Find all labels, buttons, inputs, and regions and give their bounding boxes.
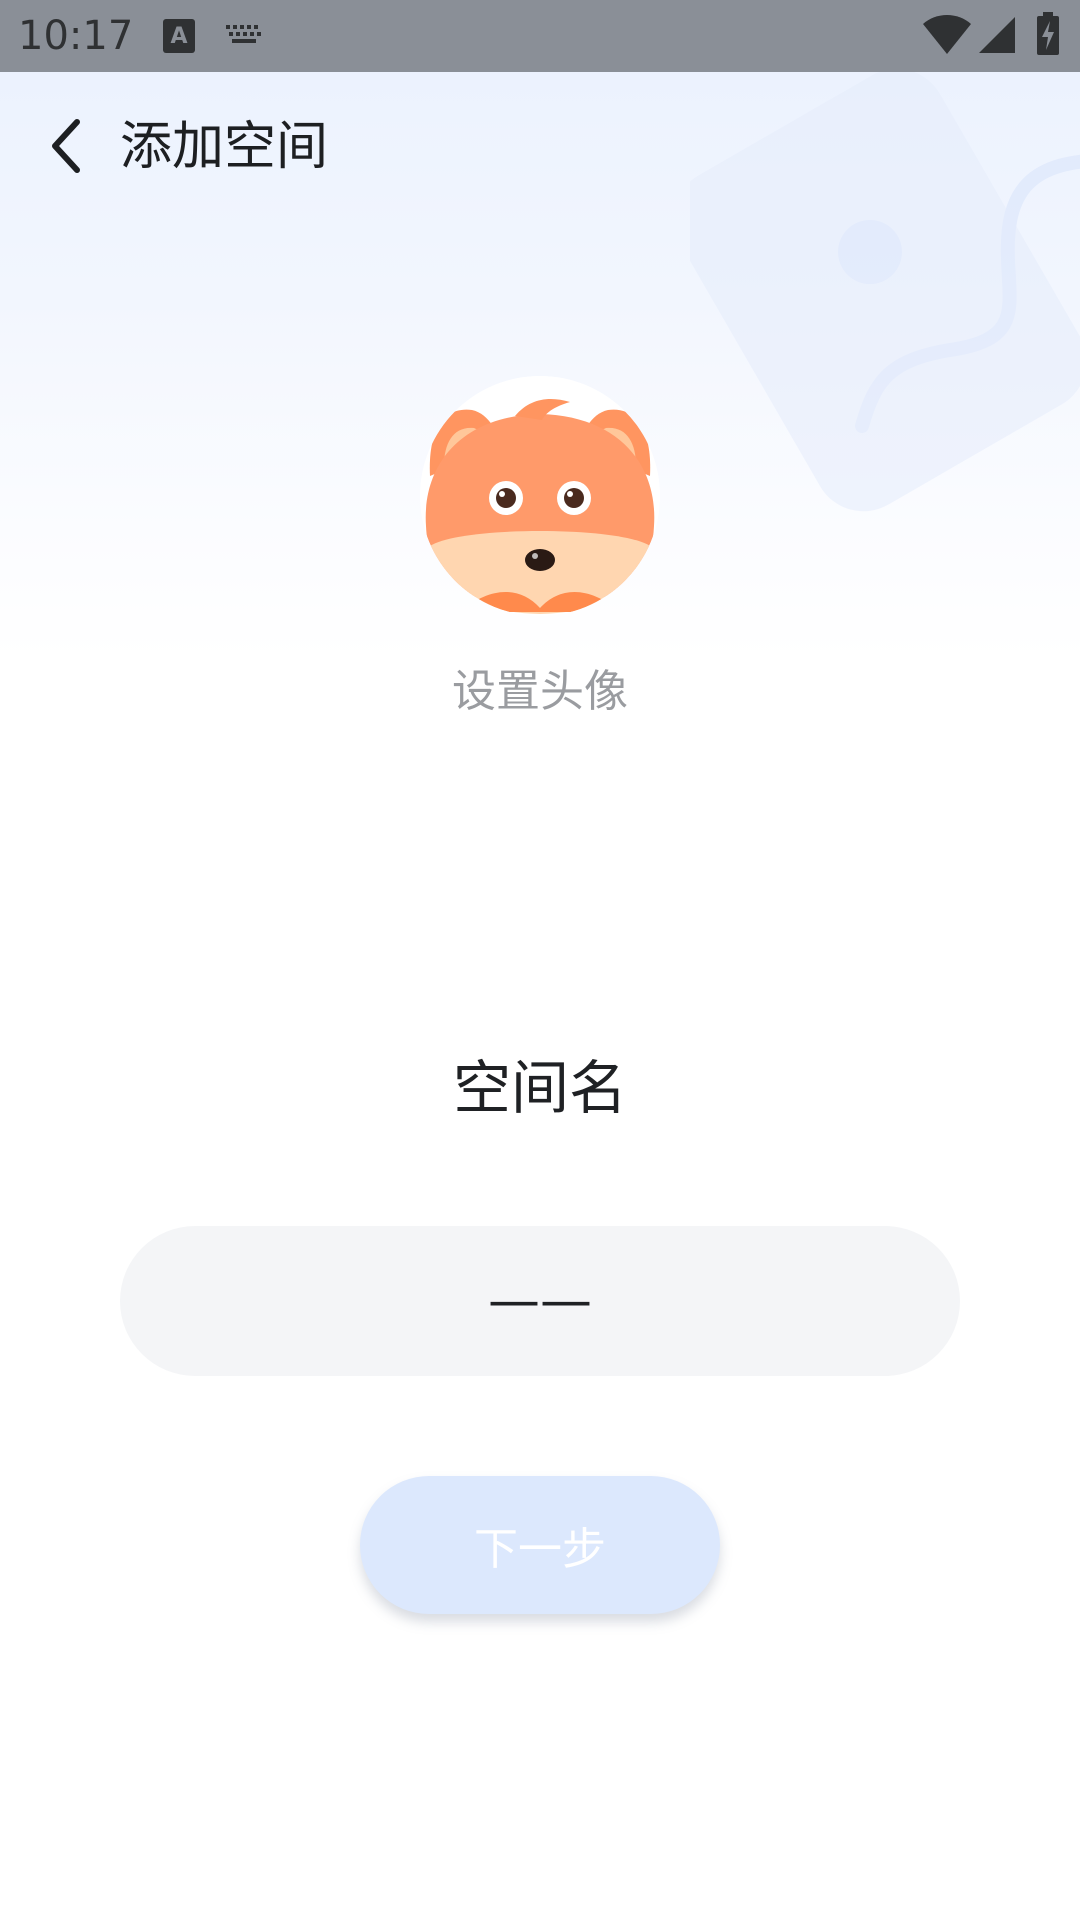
decorative-photo-icon [690,68,1080,512]
back-button[interactable] [30,108,100,184]
page-title: 添加空间 [120,117,329,177]
wifi-icon [923,15,971,54]
next-step-label: 下一步 [474,1524,606,1575]
status-bar: 10:17 A [0,0,1080,72]
space-name-label: 空间名 [452,1054,627,1122]
status-time: 10:17 [18,13,134,59]
fox-avatar-icon [420,376,660,616]
space-name-input[interactable] [120,1226,960,1376]
chevron-left-icon [52,119,80,173]
svg-text:A: A [170,24,187,49]
cell-signal-icon [979,17,1015,53]
battery-charging-icon [1037,12,1059,55]
set-avatar-label[interactable]: 设置头像 [0,662,1080,722]
keyboard-a-icon: A [163,19,195,53]
keyboard-icon [226,25,261,43]
add-space-screen: 10:17 A 添加空间 设置头像 空间名 —— 下一步 [0,0,1080,1920]
next-step-button[interactable]: 下一步 [360,1476,720,1614]
avatar-picker[interactable] [420,376,660,616]
